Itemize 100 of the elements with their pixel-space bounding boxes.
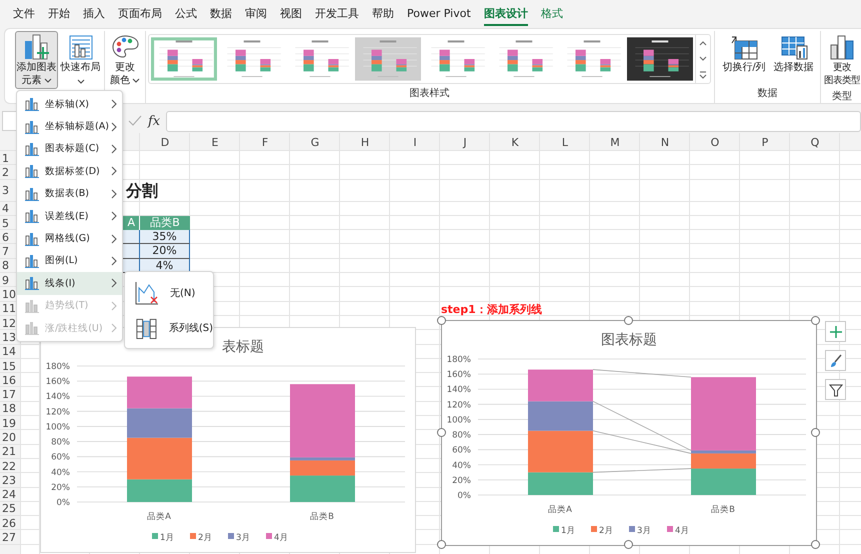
ribbon-tab[interactable]: 公式 [175,2,197,26]
legend-label: 2月 [198,533,212,543]
menu-item[interactable]: 图表标题(C) [17,138,122,160]
row-header[interactable]: 27 [0,531,21,544]
insert-function-button[interactable]: fx [148,114,160,128]
row-header[interactable]: 16 [0,374,21,387]
group-label: 图表样式 [410,86,450,100]
legend-label: 4月 [274,533,288,543]
ribbon-tab[interactable]: 文件 [13,2,35,26]
category-label: 品类A [548,505,572,515]
row-header[interactable]: 24 [0,488,21,502]
legend-label: 2月 [599,526,614,536]
ribbon-tab[interactable]: Power Pivot [407,3,471,25]
table-cell: 35% [140,230,190,244]
ribbon-button[interactable]: 选择数据 [770,31,817,76]
ribbon-button[interactable]: 快速布局 [59,31,102,86]
menu-item[interactable]: 线条(I) [17,272,122,295]
row-header[interactable]: 17 [0,388,21,402]
column-header[interactable]: F [240,136,290,148]
row-header[interactable]: 18 [0,402,21,416]
bar-segment [528,370,593,402]
menu-item[interactable]: 无(N) [125,275,213,310]
chart-styles-button[interactable] [825,350,846,371]
column-header[interactable]: O [690,136,740,148]
chevron-icon [111,278,117,288]
chart-element-icon [24,208,40,224]
column-header[interactable]: K [490,136,540,148]
column-header[interactable]: M [590,136,640,148]
chart-filters-button[interactable] [825,379,846,400]
axis-tick-label: 120% [446,400,471,410]
menu-item[interactable]: 图例(L) [17,250,122,272]
ribbon-tab[interactable]: 帮助 [372,2,394,26]
change-chart-type-button[interactable]: 更改 图表类型 [822,31,861,89]
row-header[interactable]: 15 [0,360,21,372]
column-header[interactable]: J [440,136,490,148]
ribbon-tab[interactable]: 页面布局 [118,2,162,26]
chart-title: 表标题 [222,339,264,355]
menu-item[interactable]: 数据表(B) [17,182,122,205]
brush-icon [828,354,842,368]
column-header[interactable]: E [190,136,240,148]
ribbon-tab[interactable]: 数据 [210,2,232,26]
row-header[interactable]: 14 [0,345,21,358]
resize-handle[interactable] [811,540,820,549]
table-cell: 20% [140,244,190,259]
row-header[interactable]: 25 [0,502,21,516]
ribbon-tab[interactable]: 开发工具 [315,2,359,26]
chevron-icon [111,166,117,176]
column-header[interactable]: P [740,136,790,148]
ribbon-button[interactable]: 添加图表 元素 [15,31,58,89]
axis-tick-label: 120% [46,407,70,418]
check-icon[interactable] [128,115,142,127]
resize-handle[interactable] [811,428,820,437]
menu-item[interactable]: 坐标轴(X) [17,93,122,116]
column-header[interactable]: L [540,136,590,148]
column-header[interactable]: N [640,136,690,148]
chart-element-icon [24,252,40,269]
ribbon-button[interactable]: 切换行/列 [718,31,770,76]
change-colors-button[interactable]: 更改 颜色 [108,31,142,89]
row-header[interactable]: 20 [0,430,21,444]
row-header[interactable]: 19 [0,416,21,430]
group-label: 数据 [758,87,778,100]
resize-handle[interactable] [624,540,633,549]
table-header-cell: 品类B [140,216,190,230]
row-header[interactable]: 26 [0,516,21,530]
chart-element-icon [24,118,40,135]
menu-item[interactable]: 数据标签(D) [17,160,122,183]
chart-style-thumbnail[interactable] [151,37,217,81]
column-header[interactable]: H [340,136,390,148]
chart-element-icon [24,320,40,336]
formula-input[interactable] [166,110,861,132]
resize-handle[interactable] [437,428,446,437]
axis-tick-label: 140% [46,392,70,402]
chart-style-thumbnail[interactable] [627,37,693,81]
axis-tick-label: 80% [452,430,471,441]
row-header[interactable]: 23 [0,474,21,487]
resize-handle[interactable] [624,316,633,325]
chart-elements-button[interactable] [825,321,846,342]
row-header[interactable]: 22 [0,460,21,473]
ribbon-tab[interactable]: 审阅 [245,2,267,26]
column-header[interactable]: Q [790,136,840,148]
axis-tick-label: 60% [452,446,471,456]
ribbon-tab[interactable]: 视图 [280,2,302,26]
menu-item[interactable]: 坐标轴标题(A) [17,115,122,138]
category-label: 品类B [310,512,334,522]
no-lines-icon [134,280,160,306]
ribbon-tab[interactable]: 格式 [540,2,563,26]
column-header[interactable]: I [390,136,440,148]
ribbon-tab[interactable]: 插入 [83,2,105,26]
row-header[interactable]: 21 [0,445,21,458]
column-header[interactable]: D [140,136,190,148]
axis-tick-label: 20% [51,482,70,493]
axis-tick-label: 140% [446,385,471,396]
ribbon-tab[interactable]: 图表设计 [484,2,528,26]
column-header[interactable]: G [290,136,340,148]
chart-title: 图表标题 [601,332,657,348]
chart-style-thumbnail[interactable] [355,37,421,81]
step-note: step1：添加系列线 [441,302,542,317]
axis-tick-label: 0% [56,498,70,508]
chart-element-icon [24,275,40,292]
ribbon-tab[interactable]: 开始 [48,2,70,26]
